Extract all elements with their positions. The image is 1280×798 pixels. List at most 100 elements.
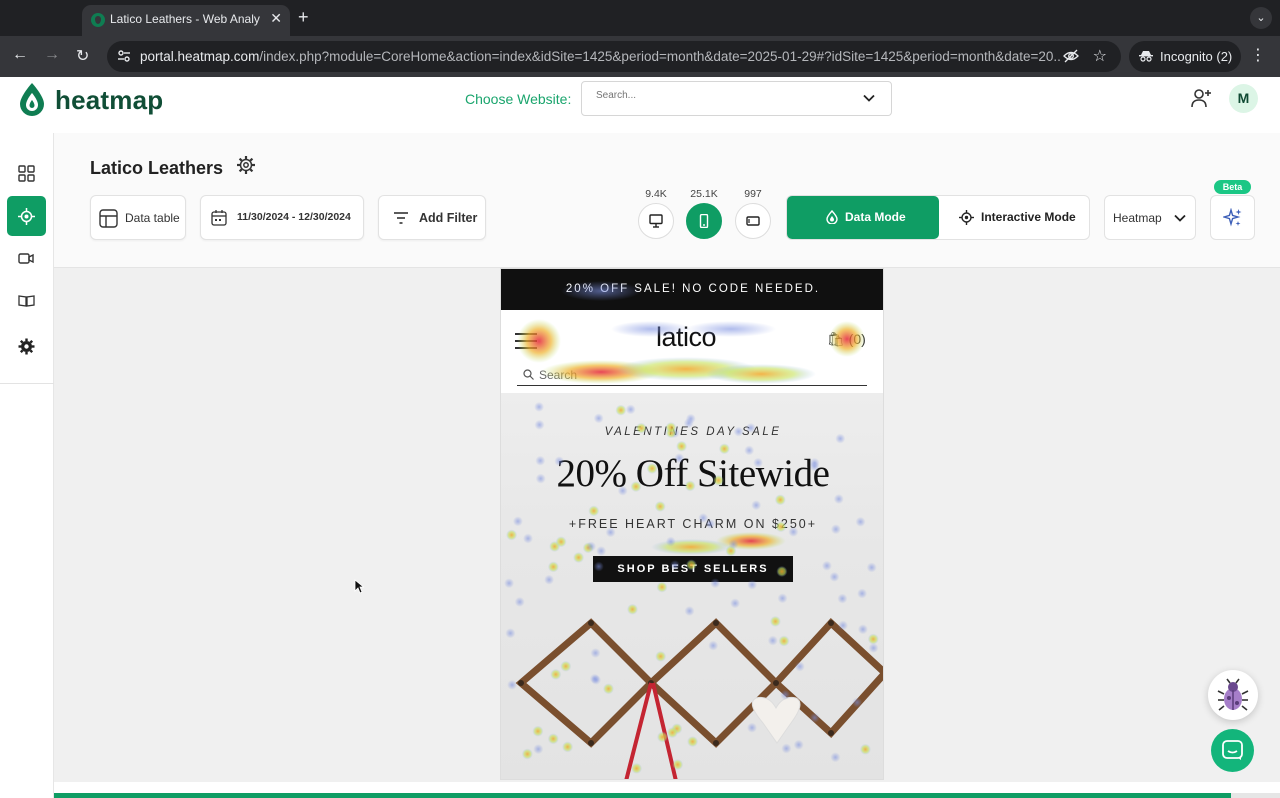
date-range-button[interactable]: 11/30/2024 - 12/30/2024 [200,195,364,240]
chat-icon [1222,740,1243,760]
tablet-count: 997 [744,188,762,200]
data-table-label: Data table [125,211,180,225]
sidebar-item-recordings[interactable] [7,238,46,278]
sidebar-divider [0,383,54,384]
data-table-button[interactable]: Data table [90,195,186,240]
close-tab-icon[interactable]: ✕ [270,10,282,27]
crosshair-icon [18,208,35,225]
browser-tab[interactable]: Latico Leathers - Web Analytics ✕ [82,5,290,36]
view-type-label: Heatmap [1113,211,1162,225]
data-mode-label: Data Mode [845,210,906,224]
mobile-count: 25.1K [690,188,718,200]
browser-menu-icon[interactable]: ⋮ [1250,45,1266,65]
tablet-icon [746,216,760,226]
loading-progress-bar [54,793,1280,798]
website-select[interactable] [581,81,892,116]
mouse-cursor-icon [354,579,364,594]
heatmap-logo-text[interactable]: heatmap [55,85,163,116]
eye-off-icon[interactable] [1063,49,1079,63]
desktop-icon [649,214,663,228]
search-icon [523,369,534,380]
browser-tab-bar: Latico Leathers - Web Analytics ✕ + ⌄ [0,0,1280,36]
reload-icon[interactable]: ↻ [76,46,89,66]
wooden-rack-image [515,618,883,779]
bug-icon [1217,678,1249,711]
video-icon [18,253,34,264]
gear-icon[interactable] [236,155,256,175]
bug-report-button[interactable] [1208,670,1258,720]
sidebar-item-heatmaps[interactable] [7,196,46,236]
new-tab-icon[interactable]: + [298,8,309,26]
device-mobile-button[interactable] [686,203,722,239]
data-mode-button[interactable]: Data Mode [787,196,939,239]
date-range-label: 11/30/2024 - 12/30/2024 [237,211,351,223]
device-tablet-button[interactable] [735,203,771,239]
bookmark-star-icon[interactable]: ☆ [1093,46,1107,66]
target-icon [959,210,974,225]
avatar[interactable]: M [1229,84,1258,113]
sidebar-item-dashboard[interactable] [7,153,46,193]
url-host: portal.heatmap.com [140,49,260,64]
site-info-icon[interactable] [117,49,131,63]
shop-best-sellers-button[interactable]: SHOP BEST SELLERS [593,556,793,582]
app-header: heatmap Choose Website: M [0,77,1280,133]
url-text: portal.heatmap.com/index.php?module=Core… [140,49,1060,64]
menu-icon[interactable] [515,333,537,349]
chat-support-button[interactable] [1211,729,1254,772]
site-search-field[interactable]: Search [517,366,867,386]
ai-insights-button[interactable] [1210,195,1255,240]
brand-logo[interactable]: latico [656,322,717,353]
table-icon [99,209,118,228]
url-path: /index.php?module=CoreHome&action=index&… [259,49,1060,64]
interactive-mode-label: Interactive Mode [981,210,1076,224]
chevron-down-icon [863,94,875,102]
site-preview[interactable]: 20% OFF SALE! NO CODE NEEDED. latico 🛍 (… [500,268,884,780]
filter-icon [394,212,408,224]
mobile-icon [699,214,709,228]
address-bar[interactable]: portal.heatmap.com/index.php?module=Core… [107,41,1121,72]
incognito-chip[interactable]: Incognito (2) [1129,41,1241,72]
sidebar-item-settings[interactable] [7,326,46,366]
bag-icon: 🛍 [827,331,845,347]
grid-icon [18,165,35,182]
cart-icon[interactable]: 🛍 (0) [827,331,866,348]
desktop-count: 9.4K [645,188,667,200]
heatmap-logo-icon[interactable] [17,82,47,118]
heatmap-canvas[interactable]: 20% OFF SALE! NO CODE NEEDED. latico 🛍 (… [54,268,1280,782]
report-toolbar: Latico Leathers Data table 11/30/2024 - … [54,133,1280,268]
page-title: Latico Leathers [90,158,224,178]
add-filter-button[interactable]: Add Filter [378,195,486,240]
tab-title: Latico Leathers - Web Analytics [110,12,260,26]
site-header: latico 🛍 (0) Search [501,310,883,393]
loading-progress-fill [54,793,1231,798]
book-icon [18,295,35,307]
heatmap-favicon-icon [91,13,105,27]
add-filter-label: Add Filter [419,211,478,225]
drop-icon [826,210,838,224]
device-desktop-button[interactable] [638,203,674,239]
hero-title: 20% Off Sitewide [556,452,830,495]
calendar-icon [211,210,227,226]
chevron-down-icon [1174,214,1186,222]
back-icon[interactable]: ← [12,46,28,64]
promo-bar: 20% OFF SALE! NO CODE NEEDED. [501,269,883,310]
website-search-input[interactable] [596,90,836,101]
choose-website-label: Choose Website: [465,91,572,107]
forward-icon[interactable]: → [44,46,60,64]
beta-badge: Beta [1214,180,1251,194]
hero-subtitle: +FREE HEART CHARM ON $250+ [568,517,818,531]
hero-banner: VALENTINES DAY SALE 20% Off Sitewide +FR… [501,393,883,779]
sidebar-item-docs[interactable] [7,280,46,320]
incognito-icon [1139,51,1153,62]
settings-gear-icon [18,338,35,355]
hero-eyebrow: VALENTINES DAY SALE [604,426,782,438]
sidebar [0,133,54,798]
tab-search-icon[interactable]: ⌄ [1250,7,1272,29]
incognito-label: Incognito (2) [1160,49,1233,64]
interactive-mode-button[interactable]: Interactive Mode [939,196,1089,239]
browser-toolbar: ← → ↻ portal.heatmap.com/index.php?modul… [0,36,1280,77]
mode-switch: Data Mode Interactive Mode [786,195,1090,240]
add-user-icon[interactable] [1190,87,1212,109]
view-type-select[interactable]: Heatmap [1104,195,1196,240]
site-search-label: Search [539,368,578,382]
